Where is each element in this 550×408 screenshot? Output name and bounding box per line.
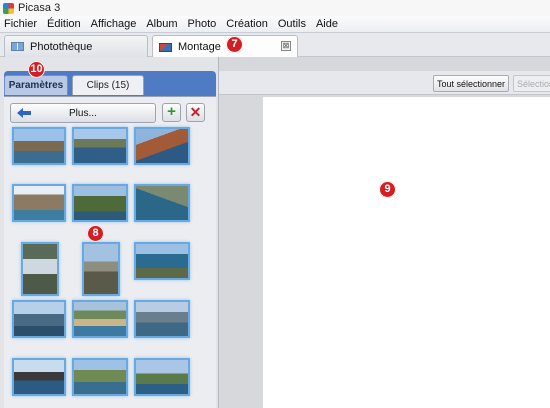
clip-thumbnail[interactable] — [72, 300, 128, 338]
grid-icon — [11, 42, 24, 51]
clip-thumbnail[interactable] — [72, 127, 128, 165]
select-all-button[interactable]: Tout sélectionner — [433, 75, 509, 92]
menu-edition[interactable]: Édition — [47, 18, 81, 30]
clip-thumbnail[interactable] — [72, 184, 128, 222]
clip-thumbnail[interactable] — [134, 300, 190, 338]
window-title: Picasa 3 — [18, 2, 61, 14]
clip-thumbnail[interactable] — [12, 127, 66, 165]
clip-thumbnail[interactable] — [134, 242, 190, 280]
remove-clip-button[interactable]: ✕ — [186, 103, 205, 122]
title-bar: Picasa 3 — [0, 0, 550, 16]
menu-aide[interactable]: Aide — [316, 18, 338, 30]
arrow-left-icon — [17, 108, 31, 118]
callout-badge-7: 7 — [226, 36, 243, 53]
clip-thumbnail[interactable] — [12, 184, 66, 222]
tab-phototheque[interactable]: Photothèque — [4, 35, 148, 57]
picasa-logo-icon — [3, 2, 14, 14]
collage-icon — [159, 42, 172, 52]
tab-phototheque-label: Photothèque — [30, 40, 93, 53]
montage-canvas[interactable] — [263, 97, 550, 408]
clip-thumbnail[interactable] — [21, 242, 59, 296]
clip-thumbnail[interactable] — [134, 184, 190, 222]
menu-affichage[interactable]: Affichage — [91, 18, 137, 30]
workspace-toolbar: Tout sélectionner Sélection — [219, 71, 550, 95]
tab-parametres[interactable]: Paramètres — [4, 75, 68, 95]
clips-area: Plus... + ✕ — [4, 96, 216, 408]
menu-fichier[interactable]: Fichier — [4, 18, 37, 30]
more-button[interactable]: Plus... — [10, 103, 156, 123]
menu-bar: Fichier Édition Affichage Album Photo Cr… — [0, 16, 550, 33]
tab-montage[interactable]: Montage ⊠ — [152, 35, 298, 58]
tab-strip: Photothèque Montage ⊠ 7 — [0, 33, 550, 58]
more-button-label: Plus... — [69, 107, 97, 119]
add-clip-button[interactable]: + — [162, 103, 181, 122]
callout-badge-8: 8 — [87, 225, 104, 242]
montage-side-panel: Paramètres Clips (15) 10 Plus... + ✕ 8 — [0, 57, 218, 408]
clip-thumbnail[interactable] — [134, 358, 190, 396]
menu-outils[interactable]: Outils — [278, 18, 306, 30]
clip-thumbnail[interactable] — [72, 358, 128, 396]
tab-montage-label: Montage — [178, 41, 221, 53]
clip-thumbnail[interactable] — [82, 242, 120, 296]
montage-workspace: Tout sélectionner Sélection 9 — [218, 57, 550, 408]
clip-thumbnail[interactable] — [134, 127, 190, 165]
callout-badge-9: 9 — [379, 181, 396, 198]
selection-button[interactable]: Sélection — [513, 75, 550, 92]
menu-creation[interactable]: Création — [226, 18, 268, 30]
close-tab-icon[interactable]: ⊠ — [281, 41, 291, 51]
callout-badge-10: 10 — [28, 61, 45, 78]
clip-thumbnail[interactable] — [12, 300, 66, 338]
menu-album[interactable]: Album — [146, 18, 177, 30]
clip-thumbnail[interactable] — [12, 358, 66, 396]
menu-photo[interactable]: Photo — [188, 18, 217, 30]
tab-clips[interactable]: Clips (15) — [72, 75, 144, 95]
